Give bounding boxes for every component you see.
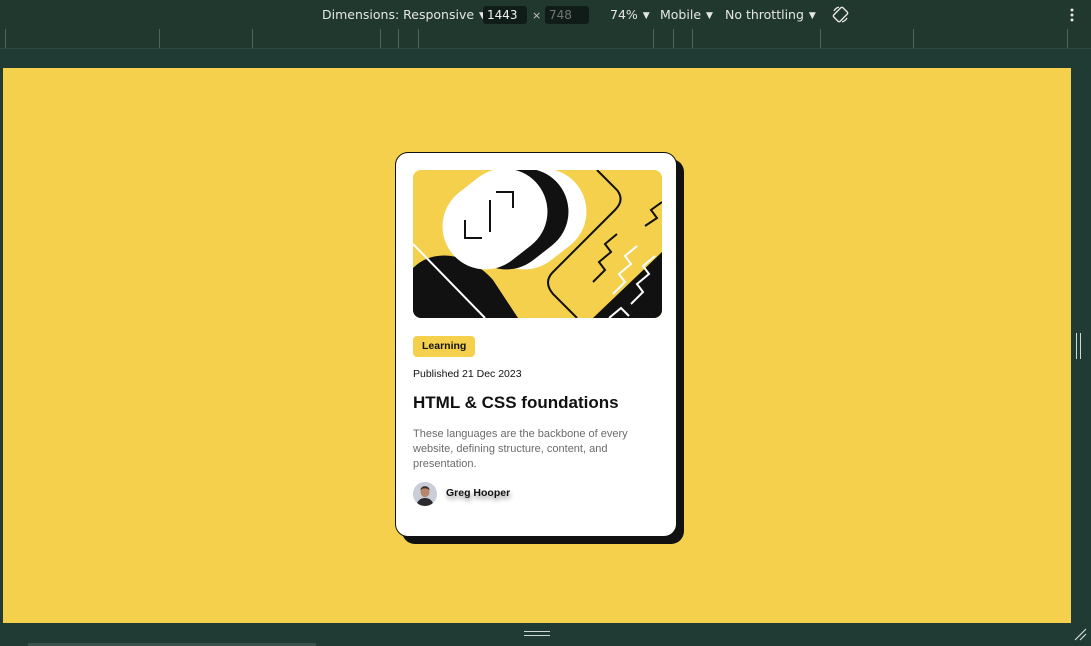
card-description: These languages are the backbone of ever…: [413, 428, 628, 470]
zoom-label: 74%: [610, 7, 638, 22]
more-options-icon[interactable]: [1065, 6, 1079, 24]
viewport-area: Learning Published 21 Dec 2023 HTML & CS…: [0, 49, 1091, 623]
card-title[interactable]: HTML & CSS foundations: [413, 393, 619, 413]
chevron-down-icon: ▼: [808, 11, 816, 21]
media-query-ruler: [0, 29, 1091, 49]
chevron-down-icon: ▼: [706, 11, 713, 21]
device-type-dropdown[interactable]: Mobile ▼: [660, 7, 713, 23]
blog-preview-card: Learning Published 21 Dec 2023 HTML & CS…: [395, 152, 677, 537]
category-badge: Learning: [413, 336, 476, 357]
rotate-device-icon[interactable]: [831, 5, 850, 24]
dimensions-dropdown[interactable]: Dimensions: Responsive▼: [322, 7, 486, 23]
dimension-separator: ×: [532, 9, 542, 22]
published-date: Published 21 Dec 2023: [413, 368, 522, 380]
width-input[interactable]: [483, 6, 527, 24]
author-name: Greg Hooper: [446, 487, 511, 499]
avatar: [413, 482, 437, 506]
viewport-bottom-bar: [0, 623, 1091, 646]
viewport-resize-handle-bottom[interactable]: [524, 631, 550, 637]
throttling-label: No throttling: [725, 7, 804, 22]
height-input[interactable]: [545, 6, 589, 24]
resize-corner-icon[interactable]: [1073, 626, 1087, 641]
card-illustration: [413, 170, 662, 318]
throttling-dropdown[interactable]: No throttling ▼: [725, 7, 816, 23]
chevron-down-icon: ▼: [642, 11, 650, 21]
zoom-dropdown[interactable]: 74% ▼: [610, 7, 650, 23]
dimensions-label: Dimensions: Responsive: [322, 7, 475, 22]
device-toolbar: Dimensions: Responsive▼ × 74%▼ Mobile▼ N…: [0, 0, 1091, 30]
device-type-label: Mobile: [660, 7, 702, 22]
page-viewport: Learning Published 21 Dec 2023 HTML & CS…: [3, 68, 1071, 623]
viewport-resize-handle-right[interactable]: [1076, 333, 1082, 359]
